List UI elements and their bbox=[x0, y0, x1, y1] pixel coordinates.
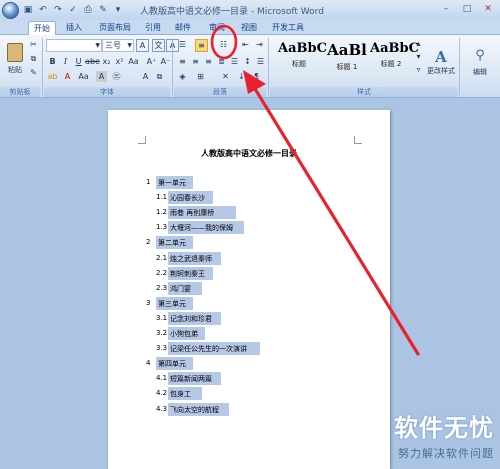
watermark: 软件无忧 努力解决软件问题 bbox=[394, 408, 494, 461]
annotation-overlay bbox=[210, 24, 420, 356]
watermark-sub: 努力解决软件问题 bbox=[398, 447, 494, 460]
watermark-main: 软件无忧 bbox=[394, 414, 494, 442]
highlight-circle bbox=[210, 24, 238, 60]
arrow-shaft bbox=[250, 82, 420, 356]
